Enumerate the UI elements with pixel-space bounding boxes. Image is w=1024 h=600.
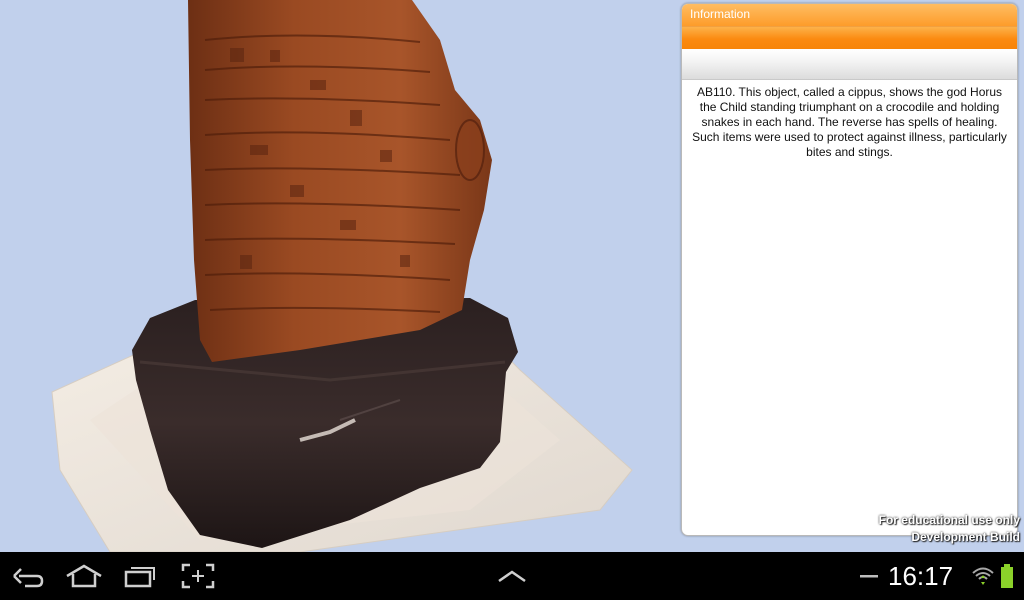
system-navigation-bar: 16:17	[0, 552, 1024, 600]
status-clock: 16:17	[888, 561, 954, 591]
info-panel-title: Information	[682, 4, 1017, 27]
object-description: AB110. This object, called a cippus, sho…	[692, 85, 1007, 159]
info-panel-header-bar	[682, 27, 1017, 49]
watermark-line-1: For educational use only	[878, 513, 1020, 527]
status-dash	[856, 552, 882, 600]
home-button[interactable]	[60, 552, 108, 600]
screenshot-icon	[181, 563, 215, 589]
info-panel-toolbar	[682, 49, 1017, 80]
watermark: For educational use only Development Bui…	[879, 512, 1020, 546]
screenshot-button[interactable]	[174, 552, 222, 600]
menu-expand-button[interactable]	[488, 552, 536, 600]
minimize-dash-icon	[860, 575, 878, 578]
chevron-up-icon	[498, 570, 526, 583]
recent-apps-icon	[124, 567, 155, 588]
wifi-status	[970, 552, 996, 600]
back-icon	[13, 568, 44, 588]
back-button[interactable]	[4, 552, 52, 600]
battery-status	[997, 552, 1017, 600]
information-panel: Information AB110. This object, called a…	[681, 3, 1018, 536]
watermark-line-2: Development Build	[911, 530, 1020, 544]
battery-icon	[1001, 564, 1013, 588]
recent-apps-button[interactable]	[116, 552, 164, 600]
wifi-icon	[972, 567, 994, 585]
home-icon	[66, 564, 102, 588]
